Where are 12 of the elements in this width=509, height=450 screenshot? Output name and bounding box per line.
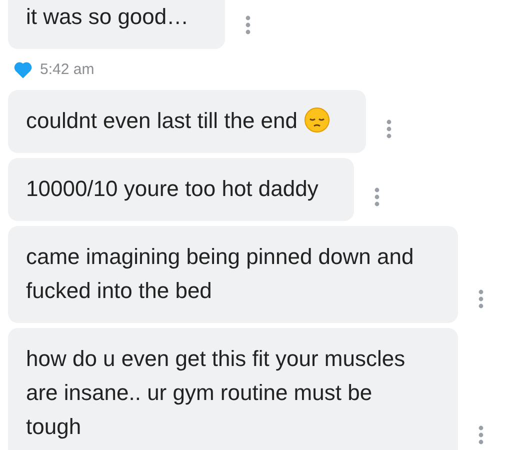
more-icon[interactable] <box>374 187 380 207</box>
more-icon[interactable] <box>244 15 251 35</box>
message-text: came imagining being pinned down and fucked into the bed <box>26 244 414 303</box>
message-text: couldnt even last till the end <box>26 108 298 133</box>
heart-icon[interactable] <box>14 62 32 78</box>
more-icon[interactable] <box>478 425 484 445</box>
more-icon[interactable] <box>478 289 484 309</box>
message-text: 10000/10 youre too hot daddy <box>26 176 318 201</box>
more-icon[interactable] <box>386 119 392 139</box>
message-time: 5:42 am <box>40 61 94 78</box>
message-text: how do u even get this fit your muscles are insane.. ur gym routine must be tough <box>26 346 406 439</box>
message-text: it was so good… <box>26 4 189 29</box>
